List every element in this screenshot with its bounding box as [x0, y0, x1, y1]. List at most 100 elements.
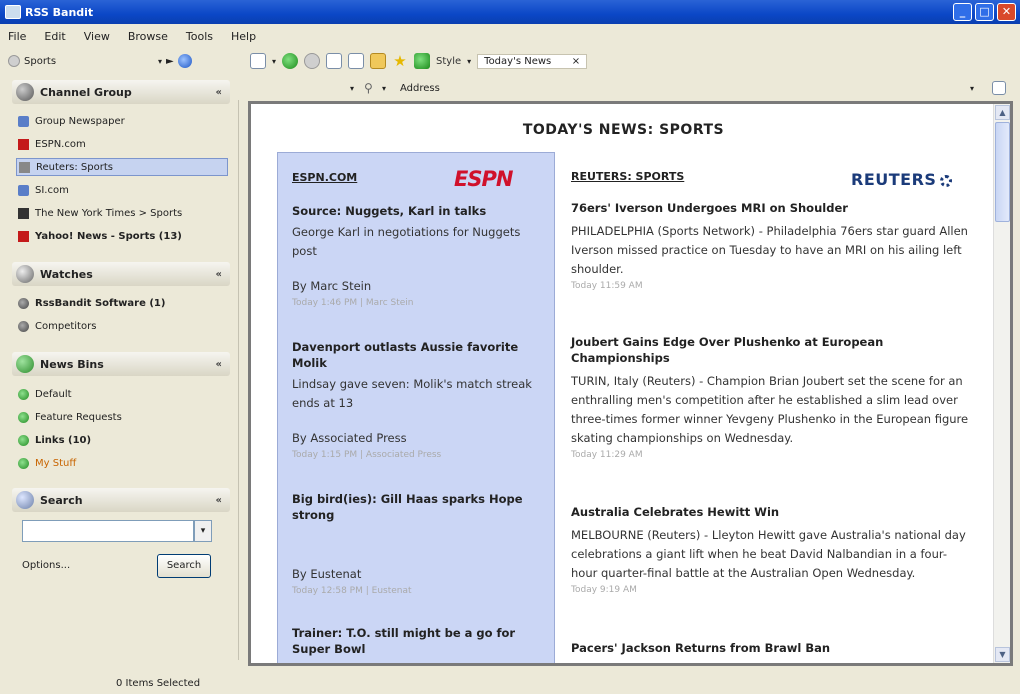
window-title: RSS Bandit	[25, 5, 94, 19]
dropdown-arrow-icon[interactable]: ▾	[382, 84, 386, 93]
search-icon[interactable]: ⚲	[364, 81, 373, 95]
dropdown-arrow-icon[interactable]: ▾	[158, 57, 162, 66]
dropdown-arrow-icon[interactable]: ▾	[970, 84, 974, 93]
new-tab-icon[interactable]	[326, 53, 343, 69]
sidebar-item-my-stuff[interactable]: My Stuff	[16, 454, 228, 472]
collapse-icon[interactable]: «	[216, 359, 222, 370]
article-headline[interactable]: Source: Nuggets, Karl in talks	[292, 203, 542, 219]
article-headline[interactable]: 76ers' Iverson Undergoes MRI on Shoulder	[571, 200, 971, 216]
style-dropdown-icon[interactable]: ▾	[467, 57, 471, 66]
feed-search-combo[interactable]: Sports ▾ ►	[8, 51, 213, 71]
tab-todays-news[interactable]: Today's News ×	[477, 53, 588, 69]
article-headline[interactable]: Joubert Gains Edge Over Plushenko at Eur…	[571, 334, 971, 366]
search-button[interactable]: Search	[157, 554, 211, 578]
go-icon[interactable]: ►	[166, 56, 174, 67]
menu-edit[interactable]: Edit	[44, 30, 65, 43]
sidebar-item-default[interactable]: Default	[16, 385, 228, 403]
browser-pane: TODAY'S NEWS: SPORTS ESPN.COM ESPN Sourc…	[248, 101, 1013, 666]
page-icon[interactable]	[992, 81, 1006, 95]
menu-file[interactable]: File	[8, 30, 26, 43]
menu-browse[interactable]: Browse	[128, 30, 168, 43]
bin-icon	[18, 411, 29, 423]
sidebar-item-espn[interactable]: ESPN.com	[16, 135, 228, 153]
article-byline: By Associated Press	[292, 431, 407, 445]
window-icon[interactable]	[250, 53, 266, 69]
address-label: Address	[400, 82, 440, 94]
feed-icon	[18, 184, 29, 196]
star-icon[interactable]: ★	[392, 53, 408, 69]
article: Davenport outlasts Aussie favorite Molik…	[292, 339, 542, 460]
status-text: 0 Items Selected	[116, 677, 201, 689]
watches-icon	[16, 265, 34, 283]
article: Source: Nuggets, Karl in talks George Ka…	[292, 203, 542, 308]
page-icon[interactable]	[348, 53, 365, 69]
globe-icon[interactable]	[177, 54, 192, 68]
style-label[interactable]: Style	[436, 56, 461, 67]
menu-view[interactable]: View	[84, 30, 110, 43]
close-button[interactable]: ✕	[997, 3, 1016, 21]
dropdown-arrow-icon[interactable]: ▾	[350, 84, 354, 93]
menu-tools[interactable]: Tools	[186, 30, 213, 43]
collapse-icon[interactable]: «	[216, 495, 222, 506]
group-header-channel[interactable]: Channel Group «	[12, 80, 230, 104]
feed-icon[interactable]	[414, 53, 431, 69]
sidebar-item-links[interactable]: Links (10)	[16, 431, 228, 449]
article-headline[interactable]: Pacers' Jackson Returns from Brawl Ban	[571, 640, 971, 656]
scroll-down-icon[interactable]: ▼	[995, 647, 1010, 662]
espn-column: ESPN.COM ESPN Source: Nuggets, Karl in t…	[277, 152, 555, 663]
article: Trainer: T.O. still might be a go for Su…	[292, 625, 542, 657]
article-body: Lindsay gave seven: Molik's match streak…	[292, 377, 532, 410]
feed-search-text[interactable]: Sports	[24, 56, 154, 67]
bin-icon	[18, 388, 29, 400]
vertical-scrollbar[interactable]: ▲ ▼	[993, 104, 1010, 663]
article-meta: Today 11:29 AM	[571, 450, 643, 460]
sidebar-item-competitors[interactable]: Competitors	[16, 317, 228, 335]
collapse-icon[interactable]: «	[216, 269, 222, 280]
channel-group-icon	[16, 83, 34, 101]
sidebar-item-yahoo[interactable]: Yahoo! News - Sports (13)	[16, 227, 228, 245]
group-header-watches[interactable]: Watches «	[12, 262, 230, 286]
sidebar-item-feature-requests[interactable]: Feature Requests	[16, 408, 228, 426]
search-input[interactable]	[22, 520, 194, 542]
article: Joubert Gains Edge Over Plushenko at Eur…	[571, 334, 971, 460]
maximize-button[interactable]: □	[975, 3, 994, 21]
scroll-up-icon[interactable]: ▲	[995, 105, 1010, 120]
collapse-icon[interactable]: «	[216, 87, 222, 98]
address-bar: ▾ ⚲ ▾ Address ▾	[250, 78, 1015, 98]
article-headline[interactable]: Australia Celebrates Hewitt Win	[571, 504, 971, 520]
search-options-link[interactable]: Options...	[22, 560, 70, 571]
forward-icon[interactable]	[304, 53, 321, 69]
search-dropdown[interactable]: ▾	[194, 520, 212, 542]
article-headline[interactable]: Big bird(ies): Gill Haas sparks Hope str…	[292, 491, 542, 523]
group-title: News Bins	[40, 357, 104, 371]
article-body: George Karl in negotiations for Nuggets …	[292, 225, 521, 258]
article-byline: By Eustenat	[292, 567, 362, 581]
reuters-logo: REUTERS	[851, 170, 953, 189]
article-meta: Today 1:46 PM | Marc Stein	[292, 298, 414, 308]
bin-icon	[18, 457, 29, 469]
source-link-espn[interactable]: ESPN.COM	[292, 171, 357, 184]
sidebar-item-group-newspaper[interactable]: Group Newspaper	[16, 112, 228, 130]
app-icon	[5, 5, 21, 19]
dropdown-arrow-icon[interactable]: ▾	[272, 57, 276, 66]
reuters-dot-icon	[940, 174, 953, 187]
article-headline[interactable]: Davenport outlasts Aussie favorite Molik	[292, 339, 542, 371]
group-header-news-bins[interactable]: News Bins «	[12, 352, 230, 376]
group-header-search[interactable]: Search «	[12, 488, 230, 512]
sidebar-item-reuters[interactable]: Reuters: Sports	[16, 158, 228, 176]
sidebar-item-rssbandit[interactable]: RssBandit Software (1)	[16, 294, 228, 312]
sidebar-item-si[interactable]: SI.com	[16, 181, 228, 199]
scroll-thumb[interactable]	[995, 122, 1010, 222]
sidebar-item-nytimes[interactable]: The New York Times > Sports	[16, 204, 228, 222]
back-icon[interactable]	[282, 53, 299, 69]
group-title: Watches	[40, 267, 93, 281]
article-headline[interactable]: Trainer: T.O. still might be a go for Su…	[292, 625, 542, 657]
splitter[interactable]	[238, 100, 244, 660]
minimize-button[interactable]: _	[953, 3, 972, 21]
source-link-reuters[interactable]: REUTERS: SPORTS	[571, 170, 684, 183]
close-tab-icon[interactable]: ×	[572, 56, 580, 67]
menu-help[interactable]: Help	[231, 30, 256, 43]
feed-icon	[18, 207, 29, 219]
refresh-icon[interactable]	[370, 53, 387, 69]
newspaper-icon	[18, 115, 29, 127]
